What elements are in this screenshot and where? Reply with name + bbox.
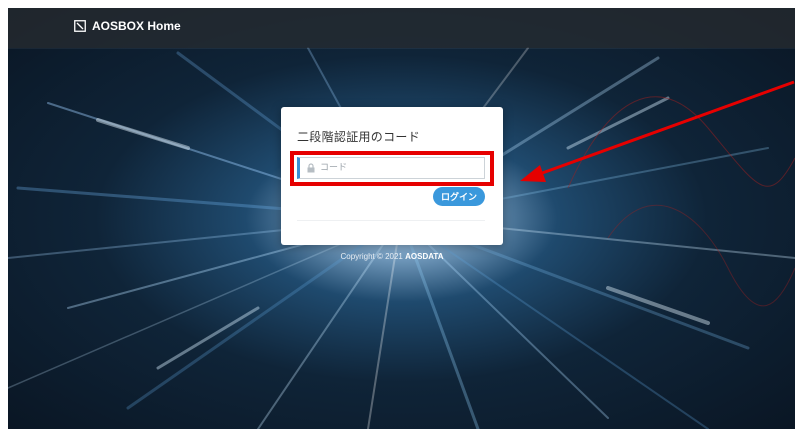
top-navigation-bar: AOSBOX Home [8,8,795,48]
login-button[interactable]: ログイン [433,187,485,206]
card-divider [297,220,485,221]
home-link[interactable]: AOSBOX Home [74,19,181,33]
card-title: 二段階認証用のコード [297,130,421,144]
copyright-company: AOSDATA [405,252,444,261]
highlight-box [290,151,494,186]
copyright-text: Copyright © 2021 AOSDATA [281,252,503,261]
red-arrow-annotation [520,80,795,182]
copyright-prefix: Copyright © 2021 [340,252,406,261]
brand-label: AOSBOX Home [92,19,181,33]
login-page: AOSBOX Home 二段階認証用のコード ログイン Copyright © … [8,8,795,429]
external-link-square-icon [74,20,86,32]
two-factor-card: 二段階認証用のコード ログイン [281,107,503,245]
